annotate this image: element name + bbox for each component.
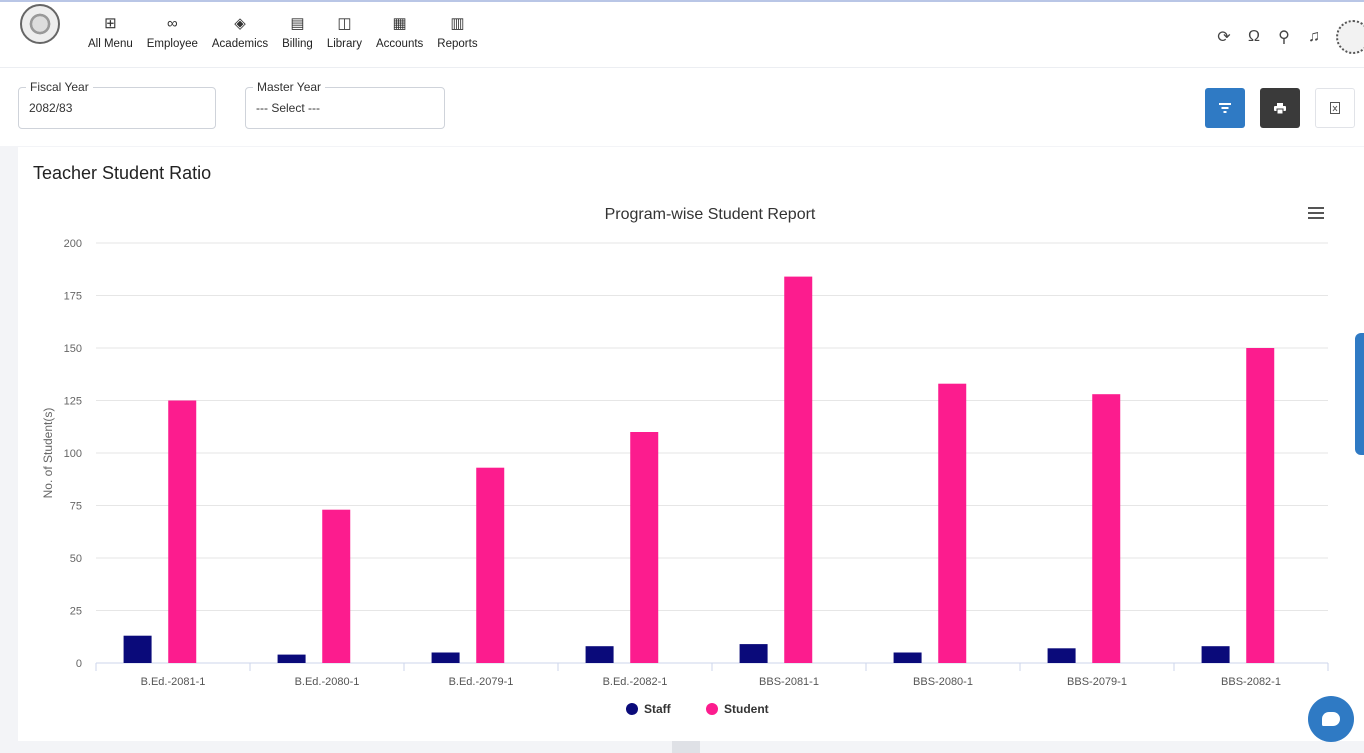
institution-logo[interactable] [20, 4, 60, 44]
chart-menu-icon[interactable] [1308, 207, 1324, 222]
excel-icon [1330, 102, 1340, 114]
student-bar [784, 276, 813, 663]
chart-title: Program-wise Student Report [605, 206, 816, 223]
legend-marker-staff [626, 703, 638, 715]
main-nav: ⊞ All Menu ∞ Employee ◈ Academics ▤ Billing ◫ Lib… [88, 14, 492, 51]
export-excel-button[interactable] [1315, 88, 1355, 128]
student-bar [322, 509, 351, 663]
master-year-label: Master Year [253, 80, 326, 94]
nav-employee[interactable]: ∞ Employee [146, 14, 198, 51]
staff-bar [1047, 648, 1076, 663]
fiscal-year-select[interactable]: Fiscal Year 2082/83 [18, 80, 216, 129]
legend-label: Student [724, 702, 769, 716]
staff-bar [277, 654, 306, 663]
staff-bar [893, 652, 922, 663]
chat-icon [1322, 712, 1340, 726]
document-icon: ▤ [290, 15, 305, 32]
x-tick-label: BBS-2082-1 [1221, 676, 1281, 688]
staff-bar [123, 635, 152, 663]
nav-label: Employee [146, 38, 198, 50]
x-tick-label: BBS-2081-1 [759, 676, 819, 688]
nav-all-menu[interactable]: ⊞ All Menu [88, 14, 133, 50]
y-axis-label: No. of Student(s) [41, 408, 55, 499]
filter-button[interactable] [1205, 88, 1245, 128]
student-bar [1092, 394, 1121, 663]
report-icon: ▥ [450, 15, 465, 32]
x-tick-label: B.Ed.-2081-1 [141, 676, 206, 688]
x-tick-label: BBS-2079-1 [1067, 676, 1127, 688]
bell-icon[interactable]: ♫ [1302, 25, 1326, 49]
student-bar [630, 432, 659, 663]
staff-bar [739, 644, 768, 663]
nav-label: Reports [437, 38, 478, 50]
scrollbar-thumb[interactable] [672, 741, 700, 753]
chat-button[interactable] [1308, 696, 1354, 742]
staff-bar [1201, 646, 1230, 663]
teacher-student-ratio-card: Teacher Student Ratio Program-wise Stude… [18, 147, 1364, 741]
y-tick-label: 125 [64, 396, 82, 408]
y-tick-label: 175 [64, 291, 82, 303]
staff-bar [431, 652, 460, 663]
student-bar [168, 400, 197, 663]
nav-reports[interactable]: ▥ Reports [437, 14, 477, 50]
x-tick-label: BBS-2080-1 [913, 676, 973, 688]
grid-icon: ⊞ [104, 15, 117, 32]
y-tick-label: 200 [64, 238, 82, 250]
printer-icon [1274, 102, 1286, 114]
nav-label: Academics [211, 38, 269, 50]
nav-library[interactable]: ◫ Library [327, 14, 362, 50]
nav-label: Library [326, 38, 362, 50]
avatar[interactable] [1336, 20, 1364, 54]
calculator-icon: ▦ [392, 15, 407, 32]
fiscal-year-label: Fiscal Year [26, 80, 93, 94]
y-tick-label: 75 [70, 501, 82, 513]
legend-label: Staff [644, 702, 672, 716]
student-bar [476, 467, 505, 663]
y-tick-label: 0 [76, 658, 82, 670]
master-year-value: --- Select --- [256, 101, 320, 115]
refresh-icon[interactable]: ⟳ [1212, 25, 1236, 49]
top-navigation-bar: ⊞ All Menu ∞ Employee ◈ Academics ▤ Billing ◫ Lib… [0, 0, 1364, 68]
legend-marker-student [706, 703, 718, 715]
y-tick-label: 25 [70, 606, 82, 618]
nav-label: Accounts [375, 38, 424, 50]
y-tick-label: 50 [70, 553, 82, 565]
book-icon: ◫ [337, 15, 352, 32]
nav-label: All Menu [88, 38, 133, 50]
x-tick-label: B.Ed.-2080-1 [295, 676, 360, 688]
fiscal-year-value: 2082/83 [29, 101, 73, 115]
y-tick-label: 100 [64, 448, 82, 460]
layers-icon: ◈ [234, 15, 246, 32]
filter-icon [1219, 103, 1231, 113]
bar-chart: Program-wise Student Report 0 25 50 75 100 125… [41, 206, 1329, 716]
student-bar [1246, 348, 1275, 663]
staff-bar [585, 646, 614, 663]
side-drawer-tab[interactable] [1355, 333, 1364, 455]
x-tick-label: B.Ed.-2079-1 [449, 676, 514, 688]
headset-icon[interactable]: Ω [1242, 25, 1266, 49]
print-button[interactable] [1260, 88, 1300, 128]
search-icon[interactable]: ⚲ [1272, 25, 1296, 49]
student-bar [938, 383, 967, 663]
filter-bar: Fiscal Year 2082/83 Master Year --- Sele… [0, 68, 1364, 146]
nav-billing[interactable]: ▤ Billing [282, 14, 313, 50]
nav-label: Billing [282, 38, 313, 50]
x-tick-label: B.Ed.-2082-1 [603, 676, 668, 688]
master-year-select[interactable]: Master Year --- Select --- [245, 80, 445, 129]
users-icon: ∞ [166, 14, 178, 32]
y-tick-label: 150 [64, 343, 82, 355]
nav-academics[interactable]: ◈ Academics [212, 14, 268, 50]
header-actions: ⟳ Ω ⚲ ♫ [1206, 20, 1364, 54]
nav-accounts[interactable]: ▦ Accounts [376, 14, 423, 50]
